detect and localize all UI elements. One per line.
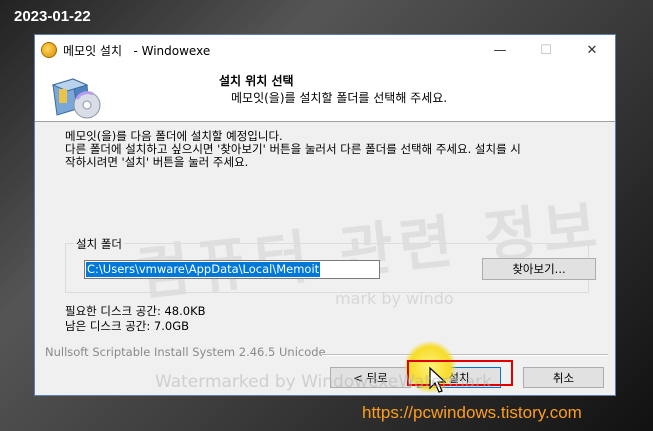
space-required: 필요한 디스크 공간: 48.0KB xyxy=(65,304,206,318)
wizard-header: 설치 위치 선택 메모잇(을)를 설치할 폴더를 선택해 주세요. xyxy=(35,65,615,122)
intro-text: 메모잇(을)를 다음 폴더에 설치할 예정입니다. 다른 폴더에 설치하고 싶으… xyxy=(65,130,610,169)
install-path-input[interactable]: C:\Users\vmware\AppData\Local\Memoit xyxy=(84,260,380,279)
install-folder-label: 설치 폴더 xyxy=(74,236,124,252)
page-subtitle: 메모잇(을)를 설치할 폴더를 선택해 주세요. xyxy=(231,91,448,105)
installer-window: 메모잇 설치 - Windowexe — ☐ ✕ 설치 위치 선택 메모잇(을)… xyxy=(34,34,616,396)
close-button[interactable]: ✕ xyxy=(569,35,615,65)
installer-app-icon xyxy=(41,42,57,58)
site-url-overlay: https://pcwindows.tistory.com xyxy=(362,403,582,422)
intro-line: 작하시려면 '설치' 버튼을 눌러 주세요. xyxy=(65,155,249,169)
date-overlay: 2023-01-22 xyxy=(14,8,91,25)
watermark-faint: mark by windo xyxy=(335,289,454,308)
branding-divider xyxy=(322,354,608,356)
nsis-branding: Nullsoft Scriptable Install System 2.46.… xyxy=(45,345,326,359)
disk-space-info: 필요한 디스크 공간: 48.0KB 남은 디스크 공간: 7.0GB xyxy=(65,304,206,334)
title-bar[interactable]: 메모잇 설치 - Windowexe — ☐ ✕ xyxy=(35,35,615,65)
browse-button[interactable]: 찾아보기... xyxy=(482,258,596,280)
install-path-value: C:\Users\vmware\AppData\Local\Memoit xyxy=(86,262,321,277)
space-available: 남은 디스크 공간: 7.0GB xyxy=(65,319,189,333)
cancel-button[interactable]: 취소 xyxy=(523,367,604,388)
minimize-button[interactable]: — xyxy=(477,35,523,65)
install-box-cd-icon xyxy=(51,78,101,119)
maximize-button[interactable]: ☐ xyxy=(523,35,569,65)
window-title: 메모잇 설치 - Windowexe xyxy=(63,43,211,58)
page-title: 설치 위치 선택 xyxy=(219,74,294,88)
watermark-english: Watermarked by WindowexeWatermark xyxy=(155,372,493,392)
install-folder-group: 설치 폴더 C:\Users\vmware\AppData\Local\Memo… xyxy=(65,236,596,293)
